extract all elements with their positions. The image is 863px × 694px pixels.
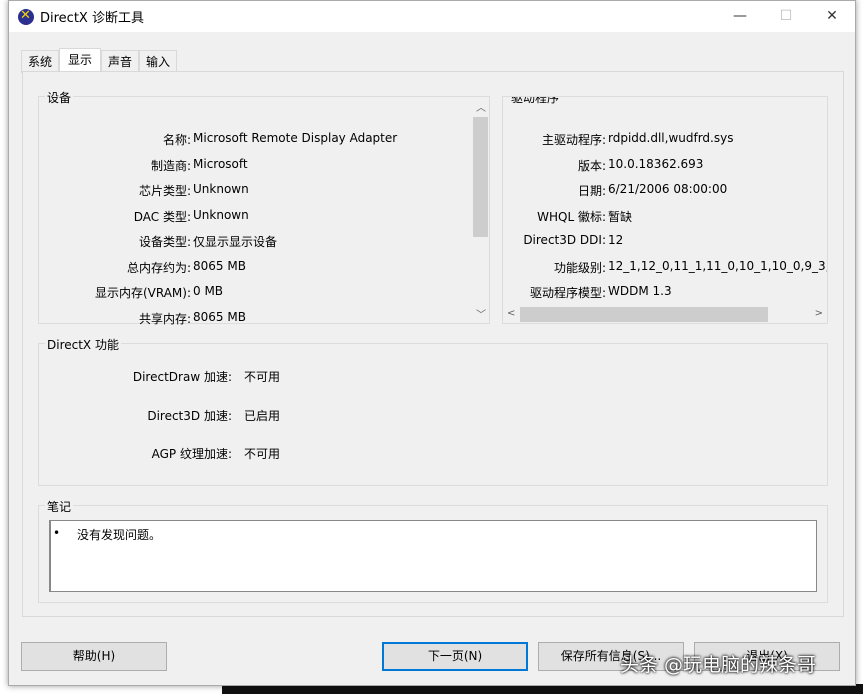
driver-value: 暂缺 [608, 208, 632, 225]
next-page-button[interactable]: 下一页(N) [382, 642, 528, 671]
device-label: 共享内存: [39, 310, 191, 327]
watermark: 头条 @玩电脑的辣条哥 [620, 650, 816, 677]
features-label: AGP 纹理加速: [39, 445, 232, 462]
notes-group: 笔记 • 没有发现问题。 [38, 505, 828, 603]
notes-box[interactable]: • 没有发现问题。 [49, 520, 817, 592]
driver-row: WHQL 徽标:暂缺 [503, 208, 632, 225]
device-group: 设备 名称:Microsoft Remote Display Adapter制造… [38, 96, 490, 324]
notes-item: • 没有发现问题。 [53, 526, 161, 543]
device-row: 总内存约为:8065 MB [39, 259, 246, 276]
driver-horizontal-scrollbar[interactable]: < > [503, 306, 827, 323]
device-label: 总内存约为: [39, 259, 191, 276]
device-row: 制造商:Microsoft [39, 157, 248, 174]
tab-sound[interactable]: 声音 [101, 50, 139, 73]
features-label: Direct3D 加速: [39, 407, 232, 424]
driver-group: 驱动程序 主驱动程序:rdpidd.dll,wudfrd.sys版本:10.0.… [502, 96, 828, 324]
scroll-down-icon[interactable]: ﹀ [476, 306, 486, 321]
device-value: 8065 MB [193, 259, 246, 276]
scroll-left-icon[interactable]: < [507, 308, 515, 319]
driver-label: 主驱动程序: [503, 131, 606, 148]
close-button[interactable]: ✕ [809, 1, 855, 32]
driver-value: WDDM 1.3 [608, 284, 672, 301]
driver-label: 驱动程序模型: [503, 284, 606, 301]
device-row: 名称:Microsoft Remote Display Adapter [39, 131, 397, 148]
driver-value: 12_1,12_0,11_1,11_0,10_1,10_0,9_3,9_2 [608, 259, 828, 276]
driver-row: 版本:10.0.18362.693 [503, 157, 703, 174]
scroll-thumb[interactable] [520, 307, 768, 322]
driver-group-title: 驱动程序 [509, 96, 561, 106]
driver-row: 驱动程序模型:WDDM 1.3 [503, 284, 672, 301]
device-label: 名称: [39, 131, 191, 148]
device-row: 设备类型:仅显示显示设备 [39, 233, 277, 250]
features-value: 不可用 [244, 368, 280, 385]
driver-value: 12 [608, 233, 623, 247]
device-row: 显示内存(VRAM):0 MB [39, 284, 223, 301]
tab-display[interactable]: 显示 [59, 48, 101, 73]
display-tab-panel: 设备 名称:Microsoft Remote Display Adapter制造… [22, 71, 844, 617]
window-title: DirectX 诊断工具 [40, 7, 144, 26]
device-value: 仅显示显示设备 [193, 233, 277, 250]
driver-label: WHQL 徽标: [503, 208, 606, 225]
notes-item-text: 没有发现问题。 [77, 526, 161, 543]
driver-label: 功能级别: [503, 259, 606, 276]
features-value: 已启用 [244, 407, 280, 424]
driver-value: 10.0.18362.693 [608, 157, 703, 174]
driver-row: 日期:6/21/2006 08:00:00 [503, 182, 727, 199]
device-row: DAC 类型:Unknown [39, 208, 249, 225]
device-value: Microsoft [193, 157, 248, 174]
help-button[interactable]: 帮助(H) [21, 642, 167, 671]
driver-row: Direct3D DDI:12 [503, 233, 623, 247]
features-row: Direct3D 加速: 已启用 [39, 407, 280, 424]
maximize-button[interactable]: ☐ [763, 1, 809, 32]
device-label: 芯片类型: [39, 182, 191, 199]
device-label: 显示内存(VRAM): [39, 284, 191, 301]
device-row: 共享内存:8065 MB [39, 310, 246, 327]
driver-value: rdpidd.dll,wudfrd.sys [608, 131, 733, 148]
device-value: Unknown [193, 208, 249, 225]
directx-features-group: DirectX 功能 DirectDraw 加速:不可用Direct3D 加速:… [38, 343, 828, 486]
features-value: 不可用 [244, 445, 280, 462]
driver-row: 功能级别:12_1,12_0,11_1,11_0,10_1,10_0,9_3,9… [503, 259, 828, 276]
scroll-up-icon[interactable]: ︿ [476, 99, 486, 114]
device-label: 制造商: [39, 157, 191, 174]
directx-icon [18, 9, 34, 25]
device-label: 设备类型: [39, 233, 191, 250]
driver-label: 版本: [503, 157, 606, 174]
device-row: 芯片类型:Unknown [39, 182, 249, 199]
bullet: • [53, 526, 77, 543]
driver-value: 6/21/2006 08:00:00 [608, 182, 727, 199]
features-label: DirectDraw 加速: [39, 368, 232, 385]
features-row: AGP 纹理加速: 不可用 [39, 445, 280, 462]
scroll-thumb[interactable] [473, 117, 488, 237]
device-value: Unknown [193, 182, 249, 199]
driver-label: Direct3D DDI: [503, 233, 606, 247]
driver-row: 主驱动程序:rdpidd.dll,wudfrd.sys [503, 131, 733, 148]
features-group-title: DirectX 功能 [45, 336, 121, 353]
device-value: 0 MB [193, 284, 223, 301]
tab-system[interactable]: 系统 [21, 50, 59, 73]
minimize-button[interactable]: — [717, 1, 763, 32]
device-value: Microsoft Remote Display Adapter [193, 131, 397, 148]
device-group-title: 设备 [45, 89, 73, 106]
device-label: DAC 类型: [39, 208, 191, 225]
title-bar: DirectX 诊断工具 — ☐ ✕ [9, 1, 855, 32]
device-value: 8065 MB [193, 310, 246, 327]
tab-input[interactable]: 输入 [139, 50, 177, 73]
notes-group-title: 笔记 [45, 498, 73, 515]
device-vertical-scrollbar[interactable]: ︿ ﹀ [472, 97, 489, 323]
features-row: DirectDraw 加速: 不可用 [39, 368, 280, 385]
dxdiag-window: DirectX 诊断工具 — ☐ ✕ 系统 显示 声音 输入 设备 名称:Mic… [8, 0, 856, 686]
driver-label: 日期: [503, 182, 606, 199]
scroll-right-icon[interactable]: > [815, 308, 823, 319]
